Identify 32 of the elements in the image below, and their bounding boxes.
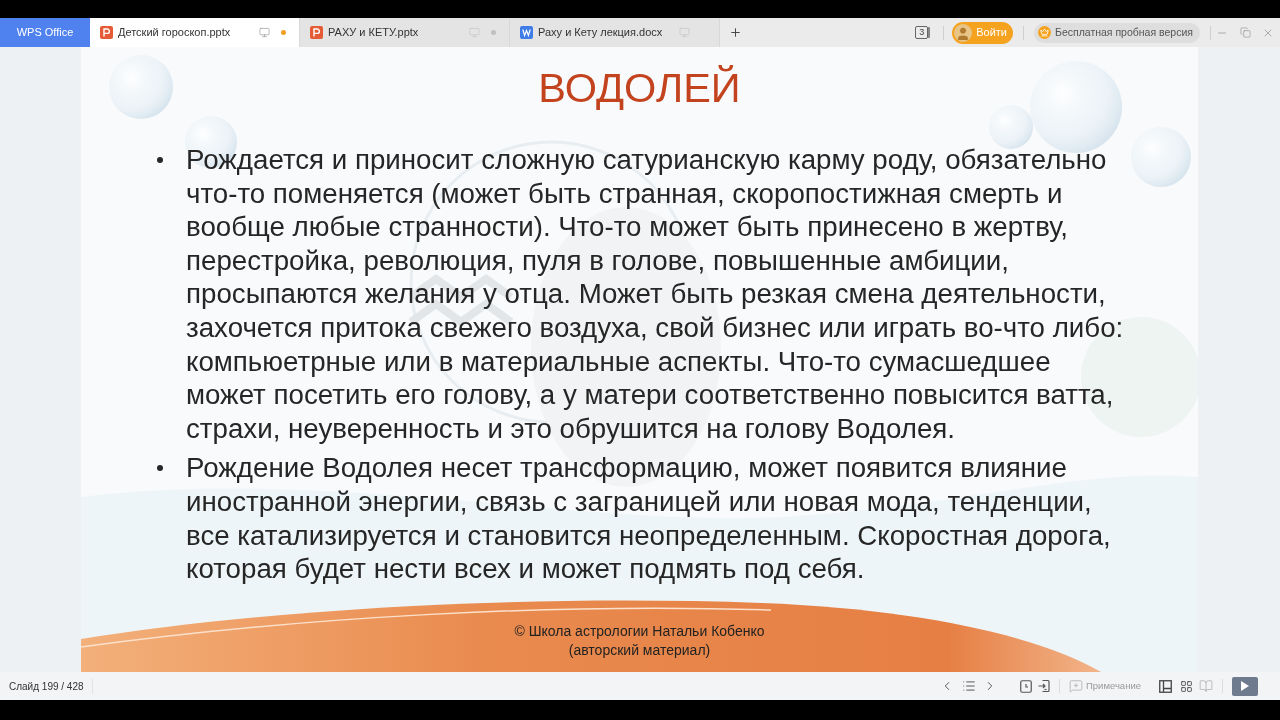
tab-label: Детский гороскоп.pptx [118, 25, 232, 41]
slide-timer-icon[interactable] [1020, 679, 1032, 693]
monitor-icon[interactable] [259, 27, 270, 38]
presentation-file-icon [100, 26, 113, 39]
grid-view-icon[interactable] [1180, 679, 1193, 693]
trial-button[interactable]: Бесплатная пробная версия [1034, 22, 1200, 43]
presentation-file-icon [310, 26, 323, 39]
normal-view-icon[interactable] [1159, 679, 1172, 693]
copyright-text: © Школа астрологии Натальи Кобенко [514, 622, 765, 641]
bullet-icon [157, 465, 163, 472]
document-tab[interactable]: РАХУ и КЕТУ.pptx [300, 18, 510, 47]
tab-label: Раху и Кету лекция.docx [538, 25, 664, 41]
bullet-text: Рождается и приносит сложную сатурианскую карму роду, обязательно что-то поменяется (может быть странная, скоропостижная смерть и вообще любые странности). Что-то может быть принесено в жертву, перестройка, революция, пуля в голове, повышенные амбиции, просыпаются желания у отца. Может быть резкая смена деятельности, захочется притока свежего воздуха, свой бизнес или играть во-что либо: компьюетрные или в материальные аспекты. Что-то сумасшедшее может посетить его голову, а у матери соответственно повысится ватта, страхи, неуверенность и это обрушится на голову Водолея. [186, 143, 1125, 446]
document-tab[interactable]: Детский гороскоп.pptx [90, 18, 300, 47]
note-add-icon [1069, 679, 1083, 693]
copyright-text: (авторский материал) [568, 641, 711, 660]
bullet-icon [157, 157, 163, 163]
window-count-button[interactable]: 3 [915, 26, 929, 39]
slide-list-icon[interactable] [962, 679, 976, 693]
tab-label: РАХУ и КЕТУ.pptx [328, 25, 420, 41]
play-icon [1241, 681, 1249, 691]
import-icon[interactable] [1038, 679, 1050, 693]
slide-counter: Слайд 199 / 428 [0, 678, 93, 694]
document-file-icon [520, 26, 533, 39]
slide-title: ВОДОЛЕЙ [538, 64, 741, 112]
crown-icon [1038, 26, 1051, 39]
avatar-icon [954, 23, 973, 42]
app-tab[interactable]: WPS Office [0, 18, 90, 47]
play-button[interactable] [1232, 676, 1258, 696]
new-tab-icon[interactable] [729, 26, 742, 39]
document-tab[interactable]: Раху и Кету лекция.docx [510, 18, 720, 47]
bullet-text: Рождение Водолея несет трансформацию, может появится влияние иностранной энергии, связь с заграницей или новая мода, тенденции, все катализируется и становится неопределенным. Скоростная дорога, которая будет нести всех и может подмять под себя. [186, 451, 1112, 586]
